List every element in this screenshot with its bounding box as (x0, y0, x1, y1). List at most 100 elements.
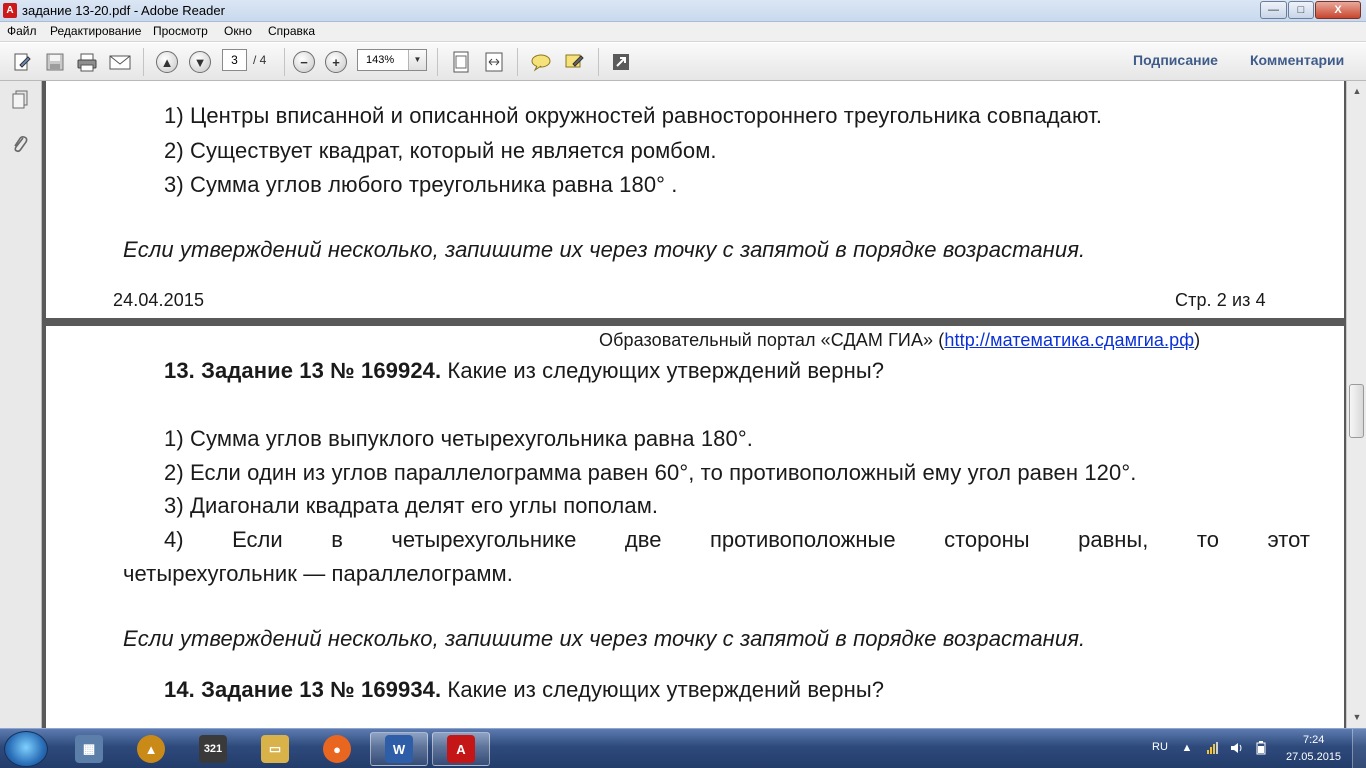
page-thumbnails-icon[interactable] (9, 89, 31, 111)
clock-date[interactable]: 27.05.2015 (1286, 751, 1341, 763)
folder-icon: ▭ (261, 735, 289, 763)
clock-time[interactable]: 7:24 (1303, 734, 1324, 746)
taskbar-app-media-player[interactable]: 321 (184, 732, 242, 766)
save-icon[interactable] (42, 49, 68, 75)
minimize-button[interactable]: — (1260, 1, 1287, 19)
vertical-scrollbar[interactable]: ▲ ▼ (1346, 81, 1366, 728)
menu-view[interactable]: Просмотр (153, 24, 208, 38)
start-button[interactable] (4, 731, 48, 767)
statement-4-line: 4) Если в четырехугольнике две противопо… (164, 527, 1310, 553)
word-icon: W (385, 735, 413, 763)
statement-line: 3) Сумма углов любого треугольника равна… (164, 172, 678, 197)
toolbar-divider (517, 48, 518, 76)
archicad-icon: ▲ (137, 735, 165, 763)
comments-pane-button[interactable]: Комментарии (1250, 52, 1344, 68)
firefox-icon: ● (323, 735, 351, 763)
sign-pane-button[interactable]: Подписание (1133, 52, 1218, 68)
statement-continuation: четырехугольник — параллелограмм. (123, 561, 513, 586)
task-14-title: 14. Задание 13 № 169934. Какие из следую… (164, 677, 884, 703)
portal-header-text: Образовательный портал «СДАМ ГИА» ( (599, 330, 945, 350)
statement-word: этот (1267, 527, 1310, 552)
scroll-thumb[interactable] (1349, 384, 1364, 438)
scroll-down-icon[interactable]: ▼ (1349, 709, 1365, 725)
toolbar-divider (598, 48, 599, 76)
volume-icon[interactable] (1230, 741, 1244, 755)
scroll-up-icon[interactable]: ▲ (1349, 83, 1365, 99)
next-page-icon[interactable]: ▼ (187, 49, 213, 75)
instruction-text: Если утверждений несколько, запишите их … (123, 237, 1086, 262)
attachments-icon[interactable] (9, 133, 31, 155)
task-question: Какие из следующих утверждений верны? (441, 677, 885, 702)
language-indicator[interactable]: RU (1152, 741, 1168, 753)
statement-word: Если (232, 527, 283, 552)
statement-word: противоположные (709, 527, 896, 552)
toolbar-divider (284, 48, 285, 76)
show-desktop-button[interactable] (1352, 729, 1366, 768)
window-title: задание 13-20.pdf - Adobe Reader (22, 3, 225, 18)
show-hidden-icons-icon[interactable]: ▲ (1180, 741, 1194, 755)
statement-line: 1) Центры вписанной и описанной окружнос… (164, 103, 1103, 128)
battery-icon[interactable] (1254, 741, 1268, 755)
taskbar: ▦ ▲ 321 ▭ ● W A RU ▲ 7:24 27.05.2015 (0, 728, 1366, 768)
taskbar-app-adobe-reader[interactable]: A (432, 732, 490, 766)
statement-line: 2) Существует квадрат, который не являет… (164, 138, 717, 163)
chevron-down-icon[interactable]: ▼ (408, 50, 426, 70)
statement-word: равны, (1078, 527, 1149, 552)
zoom-out-icon[interactable]: − (291, 49, 317, 75)
print-icon[interactable] (74, 49, 100, 75)
task-heading: 13. Задание 13 № 169924. (164, 358, 442, 383)
navigation-pane (0, 81, 42, 728)
comment-icon[interactable] (528, 49, 554, 75)
task-question: Какие из следующих утверждений верны? (441, 358, 885, 383)
statement-line: 1) Сумма углов выпуклого четырехугольник… (164, 426, 753, 451)
portal-link[interactable]: http://математика.сдамгиа.рф (944, 330, 1194, 350)
adobe-reader-icon: A (447, 735, 475, 763)
taskbar-app-word[interactable]: W (370, 732, 428, 766)
title-bar: A задание 13-20.pdf - Adobe Reader — □ X (0, 0, 1366, 22)
create-pdf-icon[interactable] (9, 49, 35, 75)
taskbar-app-firefox[interactable]: ● (308, 732, 366, 766)
statement-line: 3) Диагонали квадрата делят его углы поп… (164, 493, 659, 518)
fit-page-icon[interactable] (448, 49, 474, 75)
portal-header-close: ) (1194, 330, 1201, 350)
full-screen-icon[interactable] (608, 49, 634, 75)
pdf-page-2: 1) Центры вписанной и описанной окружнос… (46, 81, 1344, 318)
statement-word: стороны (944, 527, 1030, 552)
taskbar-app-explorer[interactable]: ▭ (246, 732, 304, 766)
footer-page-number: Стр. 2 из 4 (1175, 290, 1266, 310)
fit-width-icon[interactable] (481, 49, 507, 75)
menu-window[interactable]: Окно (224, 24, 252, 38)
menu-bar: Файл Редактирование Просмотр Окно Справк… (0, 22, 1366, 42)
footer-date: 24.04.2015 (113, 290, 205, 310)
taskbar-app-archicad[interactable]: ▲ (122, 732, 180, 766)
menu-file[interactable]: Файл (7, 24, 37, 38)
toolbar-divider (143, 48, 144, 76)
statement-word: 4) (164, 527, 184, 552)
zoom-in-icon[interactable]: + (323, 49, 349, 75)
media-player-icon: 321 (199, 735, 227, 763)
page-total: / 4 (253, 53, 267, 67)
menu-edit[interactable]: Редактирование (50, 24, 141, 38)
close-button[interactable]: X (1315, 1, 1361, 19)
menu-help[interactable]: Справка (268, 24, 315, 38)
maximize-button[interactable]: □ (1288, 1, 1314, 19)
network-icon[interactable] (1206, 741, 1220, 755)
task-heading: 14. Задание 13 № 169934. (164, 677, 442, 702)
pdf-page-3: Образовательный портал «СДАМ ГИА» (http:… (46, 326, 1344, 728)
previous-page-icon[interactable]: ▲ (154, 49, 180, 75)
zoom-select[interactable]: 143% ▼ (357, 49, 427, 71)
adobe-reader-icon: A (3, 3, 17, 18)
task-13-title: 13. Задание 13 № 169924. Какие из следую… (164, 358, 884, 384)
toolbar-divider (437, 48, 438, 76)
page-number-input[interactable]: 3 (222, 49, 247, 71)
statement-word: то (1196, 527, 1219, 552)
highlight-icon[interactable] (561, 49, 587, 75)
statement-word: четырехугольнике (391, 527, 577, 552)
zoom-value: 143% (366, 54, 395, 66)
taskbar-app-calculator[interactable]: ▦ (60, 732, 118, 766)
email-icon[interactable] (107, 49, 133, 75)
instruction-text: Если утверждений несколько, запишите их … (123, 626, 1086, 651)
document-view[interactable]: 1) Центры вписанной и описанной окружнос… (42, 81, 1346, 728)
calculator-icon: ▦ (75, 735, 103, 763)
statement-word: две (624, 527, 662, 552)
